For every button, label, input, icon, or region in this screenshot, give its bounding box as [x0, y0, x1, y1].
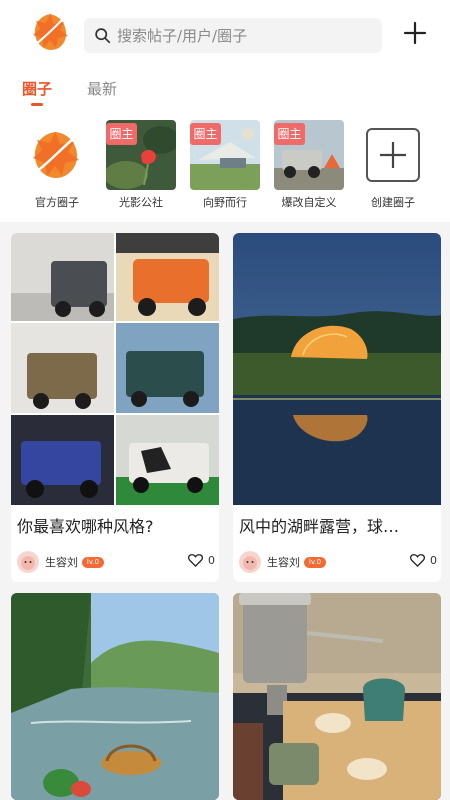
level-badge: lv.0	[304, 556, 326, 568]
like-count: 0	[208, 554, 215, 567]
author-name[interactable]: 生容刘	[267, 554, 300, 570]
plus-icon	[380, 142, 406, 168]
circle-thumbnail: 圈主	[190, 120, 260, 190]
post-card[interactable]: 风中的湖畔露营，球… 生容刘 lv.0 0	[233, 233, 441, 582]
post-title[interactable]: 你最喜欢哪种风格?	[17, 513, 213, 537]
owner-badge: 圈主	[274, 123, 305, 145]
search-placeholder[interactable]: 搜索帖子/用户/圈子	[117, 25, 247, 46]
owner-badge: 圈主	[106, 123, 137, 145]
circle-item-light-shadow[interactable]: 圈主 光影公社	[104, 120, 178, 210]
circle-label: 光影公社	[119, 196, 163, 209]
circle-item-create[interactable]: 创建圈子	[356, 120, 430, 210]
post-image-outdoor-tea[interactable]	[233, 593, 441, 800]
post-card[interactable]	[233, 593, 441, 800]
circle-thumbnail: 圈主	[274, 120, 344, 190]
heart-icon	[410, 554, 425, 567]
search-bar[interactable]: 搜索帖子/用户/圈子	[84, 18, 382, 53]
tab-circles[interactable]: 圈子	[22, 78, 52, 99]
circle-label: 爆改自定义	[281, 196, 337, 209]
app-logo-icon	[30, 10, 70, 52]
avatar[interactable]	[239, 551, 261, 573]
heart-icon	[188, 554, 203, 567]
avatar[interactable]	[17, 551, 39, 573]
top-bar: 搜索帖子/用户/圈子	[0, 0, 450, 70]
circle-item-official[interactable]: 官方圈子	[20, 120, 94, 210]
author-name[interactable]: 生容刘	[45, 554, 78, 570]
official-circle-logo-icon	[22, 120, 92, 190]
post-author[interactable]: 生容刘 lv.0	[17, 551, 104, 573]
circle-label: 官方圈子	[35, 196, 79, 209]
active-tab-indicator	[31, 103, 43, 106]
post-author[interactable]: 生容刘 lv.0	[239, 551, 326, 573]
circle-thumbnail: 圈主	[106, 120, 176, 190]
create-circle-button[interactable]	[366, 128, 420, 182]
tab-bar: 圈子 最新	[0, 72, 450, 112]
post-image-car-collage[interactable]	[11, 233, 219, 505]
like-button[interactable]: 0	[410, 554, 437, 567]
search-icon	[95, 28, 111, 44]
like-button[interactable]: 0	[188, 554, 215, 567]
level-badge: lv.0	[82, 556, 104, 568]
post-card[interactable]: 你最喜欢哪种风格? 生容刘 lv.0 0	[11, 233, 219, 582]
like-count: 0	[430, 554, 437, 567]
post-image-lakeside-camping[interactable]	[233, 233, 441, 505]
post-card[interactable]	[11, 593, 219, 800]
post-title[interactable]: 风中的湖畔露营，球…	[239, 513, 429, 537]
add-post-button[interactable]	[402, 20, 428, 46]
circle-label: 向野而行	[203, 196, 247, 209]
plus-icon	[403, 21, 427, 45]
circle-label: 创建圈子	[371, 196, 415, 209]
circle-item-custom[interactable]: 圈主 爆改自定义	[272, 120, 346, 210]
circles-row: 官方圈子 圈主 光影公社 圈主 向野而行 圈主 爆改自定义 创建圈子	[0, 120, 450, 215]
circle-item-wild[interactable]: 圈主 向野而行	[188, 120, 262, 210]
owner-badge: 圈主	[190, 123, 221, 145]
post-image-forest-stream[interactable]	[11, 593, 219, 800]
tab-latest[interactable]: 最新	[87, 78, 117, 99]
